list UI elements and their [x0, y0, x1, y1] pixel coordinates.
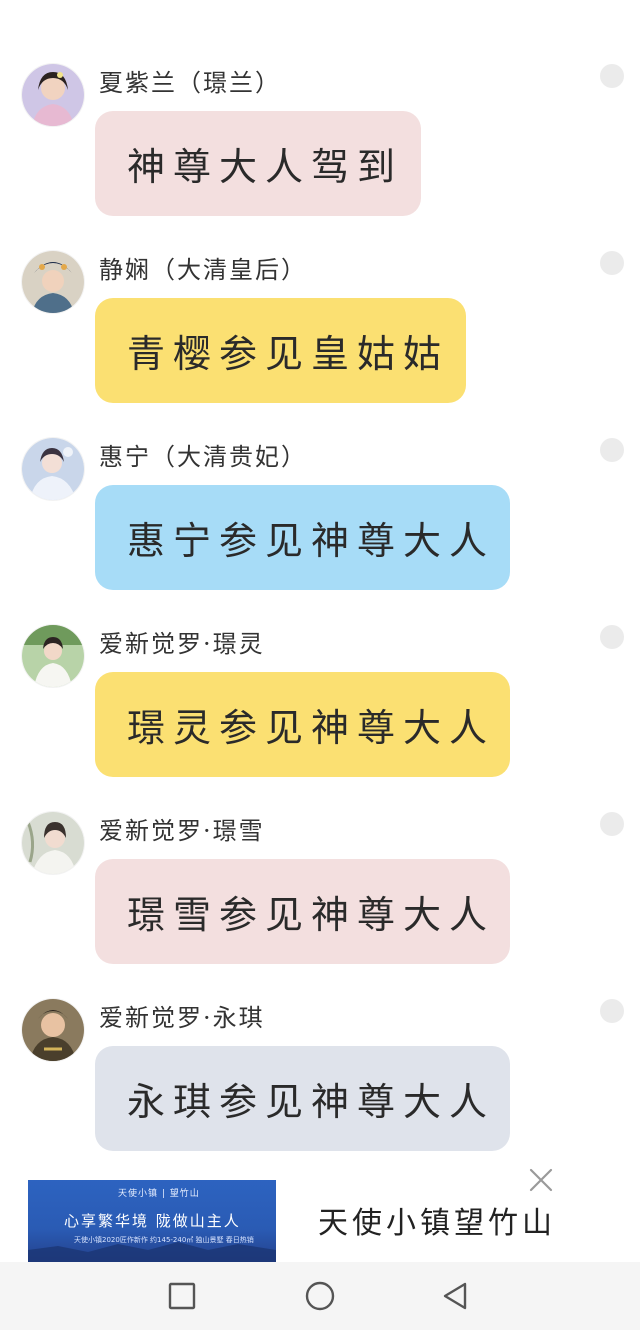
message-text: 璟灵参见神尊大人 — [127, 706, 496, 750]
chat-message: 夏紫兰（璟兰） 神尊大人驾到 — [0, 64, 640, 234]
message-text: 永琪参见神尊大人 — [127, 1080, 496, 1124]
chat-message: 惠宁（大清贵妃） 惠宁参见神尊大人 — [0, 438, 640, 608]
circle-home-icon[interactable] — [302, 1278, 338, 1314]
select-radio[interactable] — [600, 438, 624, 462]
message-text: 璟雪参见神尊大人 — [127, 893, 496, 937]
avatar-portrait-icon — [22, 64, 84, 126]
message-bubble[interactable]: 神尊大人驾到 — [95, 111, 421, 216]
sender-name: 爱新觉罗·璟雪 — [99, 817, 265, 845]
select-radio[interactable] — [600, 999, 624, 1023]
avatar-portrait-icon — [22, 812, 84, 874]
avatar[interactable] — [22, 999, 84, 1061]
sender-name: 夏紫兰（璟兰） — [99, 69, 281, 97]
ad-title[interactable]: 天使小镇望竹山 — [318, 1198, 556, 1242]
avatar-portrait-icon — [22, 999, 84, 1061]
avatar-portrait-icon — [22, 438, 84, 500]
message-bubble[interactable]: 永琪参见神尊大人 — [95, 1046, 510, 1151]
square-recents-icon[interactable] — [164, 1278, 200, 1314]
select-radio[interactable] — [600, 625, 624, 649]
avatar[interactable] — [22, 64, 84, 126]
building-silhouette-icon — [28, 1242, 276, 1262]
avatar[interactable] — [22, 251, 84, 313]
select-radio[interactable] — [600, 251, 624, 275]
chat-message: 静娴（大清皇后） 青樱参见皇姑姑 — [0, 251, 640, 421]
avatar[interactable] — [22, 625, 84, 687]
message-bubble[interactable]: 璟灵参见神尊大人 — [95, 672, 510, 777]
system-navigation-bar — [0, 1262, 640, 1330]
message-bubble[interactable]: 青樱参见皇姑姑 — [95, 298, 466, 403]
chat-message: 爱新觉罗·璟雪 璟雪参见神尊大人 — [0, 812, 640, 982]
avatar-portrait-icon — [22, 251, 84, 313]
close-icon[interactable] — [526, 1165, 556, 1195]
avatar-portrait-icon — [22, 625, 84, 687]
triangle-back-icon[interactable] — [437, 1278, 473, 1314]
message-bubble[interactable]: 璟雪参见神尊大人 — [95, 859, 510, 964]
chat-message: 爱新觉罗·璟灵 璟灵参见神尊大人 — [0, 625, 640, 795]
sender-name: 爱新觉罗·璟灵 — [99, 630, 265, 658]
chat-message: 爱新觉罗·永琪 永琪参见神尊大人 — [0, 999, 640, 1169]
select-radio[interactable] — [600, 812, 624, 836]
message-text: 惠宁参见神尊大人 — [127, 519, 496, 563]
message-bubble[interactable]: 惠宁参见神尊大人 — [95, 485, 510, 590]
sender-name: 静娴（大清皇后） — [99, 256, 307, 284]
avatar[interactable] — [22, 812, 84, 874]
message-text: 青樱参见皇姑姑 — [127, 332, 450, 376]
avatar[interactable] — [22, 438, 84, 500]
message-text: 神尊大人驾到 — [127, 145, 404, 189]
select-radio[interactable] — [600, 64, 624, 88]
ad-banner-image[interactable]: 天使小镇 | 望竹山 心享繁华境 陇做山主人 天使小镇2020匠作新作 约145… — [28, 1180, 276, 1262]
sender-name: 惠宁（大清贵妃） — [99, 443, 307, 471]
ad-banner-section[interactable]: 天使小镇 | 望竹山 心享繁华境 陇做山主人 天使小镇2020匠作新作 约145… — [0, 1160, 640, 1262]
sender-name: 爱新觉罗·永琪 — [99, 1004, 265, 1032]
